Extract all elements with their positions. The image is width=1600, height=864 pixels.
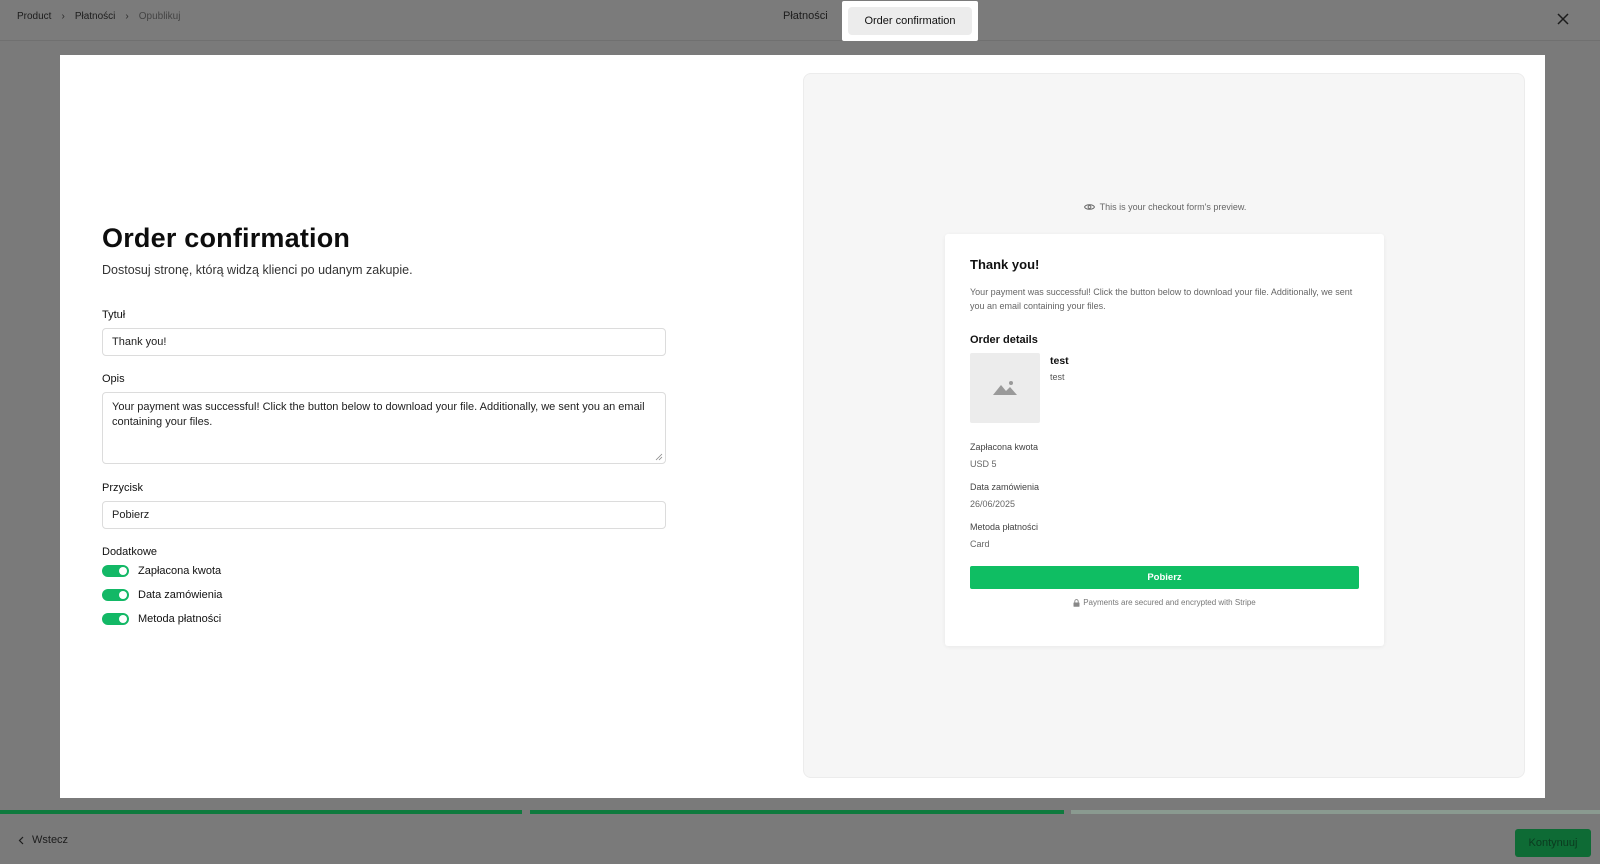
checkout-preview-panel: This is your checkout form's preview. Th… bbox=[803, 73, 1525, 778]
toggle-knob bbox=[119, 567, 127, 575]
top-bar: Product › Płatności › Opublikuj Płatnośc… bbox=[0, 0, 1600, 41]
toggle-row-date: Data zamówienia bbox=[102, 589, 666, 601]
meta-method: Metoda płatności Card bbox=[970, 522, 1359, 549]
order-item: test test bbox=[970, 353, 1359, 423]
card-description: Your payment was successful! Click the b… bbox=[970, 287, 1353, 311]
confirmation-card: Thank you! Your payment was successful! … bbox=[945, 234, 1384, 646]
close-icon[interactable] bbox=[1554, 10, 1572, 28]
button-label-input[interactable]: Pobierz bbox=[102, 501, 666, 529]
toggle-method-switch[interactable] bbox=[102, 613, 129, 625]
product-thumbnail bbox=[970, 353, 1040, 423]
toggle-amount-switch[interactable] bbox=[102, 565, 129, 577]
lock-icon bbox=[1073, 598, 1080, 607]
card-title: Thank you! bbox=[970, 257, 1040, 272]
progress-segment-pending bbox=[1071, 810, 1600, 814]
progress-segment-done bbox=[530, 810, 1064, 814]
extras-label: Dodatkowe bbox=[102, 546, 158, 558]
toggle-method-label: Metoda płatności bbox=[138, 613, 222, 625]
preview-note: This is your checkout form's preview. bbox=[804, 202, 1526, 212]
progress-segment-done bbox=[0, 810, 522, 814]
meta-amount: Zapłacona kwota USD 5 bbox=[970, 442, 1359, 469]
title-field-label: Tytuł bbox=[102, 309, 126, 321]
toggle-knob bbox=[119, 591, 127, 599]
toggle-row-method: Metoda płatności bbox=[102, 613, 666, 625]
image-placeholder-icon bbox=[993, 381, 1017, 395]
step-chip-order-confirmation[interactable]: Order confirmation bbox=[848, 7, 972, 35]
toggle-row-amount: Zapłacona kwota bbox=[102, 565, 666, 577]
toggle-date-label: Data zamówienia bbox=[138, 589, 223, 601]
breadcrumb-item-payments[interactable]: Płatności bbox=[75, 11, 116, 22]
back-button[interactable]: Wstecz bbox=[18, 834, 68, 846]
preview-note-text: This is your checkout form's preview. bbox=[1099, 202, 1247, 212]
description-text: Your payment was successful! Click the b… bbox=[112, 401, 645, 428]
meta-date-value: 26/06/2025 bbox=[970, 499, 1016, 509]
chevron-right-icon: › bbox=[61, 11, 65, 22]
description-field-label: Opis bbox=[102, 373, 125, 385]
chevron-left-icon bbox=[18, 836, 24, 844]
meta-method-value: Card bbox=[970, 539, 990, 549]
toggle-knob bbox=[119, 615, 127, 623]
page-title: Order confirmation bbox=[102, 223, 351, 253]
step-title[interactable]: Płatności bbox=[783, 10, 828, 22]
step-progress bbox=[0, 810, 1600, 814]
description-textarea[interactable]: Your payment was successful! Click the b… bbox=[102, 392, 666, 464]
breadcrumb-item-product[interactable]: Product bbox=[17, 11, 51, 22]
item-subtitle: test bbox=[1050, 372, 1065, 382]
meta-amount-label: Zapłacona kwota bbox=[970, 442, 1039, 452]
order-confirmation-modal: Order confirmation Dostosuj stronę, któr… bbox=[60, 55, 1545, 798]
settings-form: Order confirmation Dostosuj stronę, któr… bbox=[102, 223, 666, 625]
item-text: test test bbox=[1050, 355, 1069, 423]
secure-note-text: Payments are secured and encrypted with … bbox=[1083, 598, 1256, 607]
download-button[interactable]: Pobierz bbox=[970, 566, 1359, 589]
chevron-right-icon: › bbox=[125, 11, 129, 22]
button-field-label: Przycisk bbox=[102, 482, 143, 494]
toggle-date-switch[interactable] bbox=[102, 589, 129, 601]
item-name: test bbox=[1050, 355, 1069, 367]
meta-date-label: Data zamówienia bbox=[970, 482, 1040, 492]
order-details-heading: Order details bbox=[970, 334, 1038, 346]
title-input[interactable]: Thank you! bbox=[102, 328, 666, 356]
meta-method-label: Metoda płatności bbox=[970, 522, 1039, 532]
secure-note: Payments are secured and encrypted with … bbox=[970, 598, 1359, 607]
resize-handle-icon[interactable] bbox=[655, 453, 663, 461]
back-button-label: Wstecz bbox=[32, 834, 69, 846]
page-subtitle: Dostosuj stronę, którą widzą klienci po … bbox=[102, 263, 413, 277]
breadcrumb: Product › Płatności › Opublikuj bbox=[17, 11, 180, 22]
continue-button[interactable]: Kontynuuj bbox=[1515, 829, 1591, 857]
meta-date: Data zamówienia 26/06/2025 bbox=[970, 482, 1359, 509]
toggle-amount-label: Zapłacona kwota bbox=[138, 565, 222, 577]
step-chip-highlight: Order confirmation bbox=[842, 1, 978, 41]
breadcrumb-item-publish[interactable]: Opublikuj bbox=[139, 11, 181, 22]
eye-icon bbox=[1083, 204, 1095, 210]
meta-amount-value: USD 5 bbox=[970, 459, 997, 469]
